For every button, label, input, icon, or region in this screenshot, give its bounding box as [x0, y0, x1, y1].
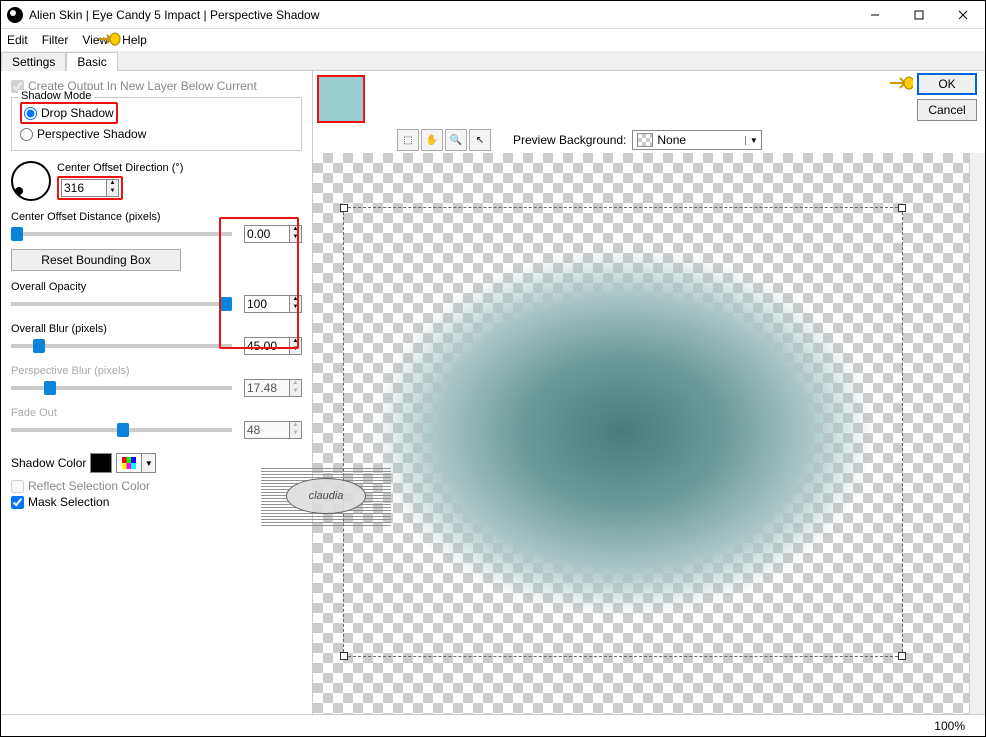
preset-thumbnail[interactable]: [317, 75, 365, 123]
navigator-tool[interactable]: ⬚: [397, 129, 419, 151]
preview-background-select[interactable]: None ▼: [632, 130, 762, 150]
zoom-tool[interactable]: 🔍: [445, 129, 467, 151]
watermark: claudia: [261, 466, 391, 526]
preview-panel: ⬚ ✋ 🔍 ↖ Preview Background: None ▼ OK Ca…: [313, 71, 985, 714]
preview-image: [343, 207, 903, 657]
mask-selection-checkbox[interactable]: [11, 496, 24, 509]
overall-opacity-slider[interactable]: [11, 302, 232, 306]
highlight-annotation: [219, 217, 299, 349]
drop-shadow-label: Drop Shadow: [41, 106, 114, 120]
drop-shadow-radio[interactable]: [24, 107, 37, 120]
shadow-color-label: Shadow Color: [11, 456, 86, 470]
preview-canvas[interactable]: [313, 153, 969, 714]
pointer-hand-icon: [97, 29, 121, 49]
menu-filter[interactable]: Filter: [42, 33, 69, 47]
perspective-blur-input: [245, 380, 289, 396]
watermark-text: claudia: [286, 478, 366, 514]
pointer-hand-ok-icon: [889, 73, 913, 93]
window-title: Alien Skin | Eye Candy 5 Impact | Perspe…: [29, 8, 853, 22]
menubar: Edit Filter View Help: [1, 29, 985, 51]
fade-out-spinner: ▲▼: [244, 421, 302, 439]
shadow-mode-fieldset: Shadow Mode Drop Shadow Perspective Shad…: [11, 97, 302, 151]
vertical-scrollbar[interactable]: [969, 153, 985, 714]
drop-shadow-radio-row[interactable]: Drop Shadow: [24, 105, 114, 121]
ok-button[interactable]: OK: [917, 73, 977, 95]
perspective-shadow-radio[interactable]: [20, 128, 33, 141]
fade-out-input: [245, 422, 289, 438]
offset-direction-label: Center Offset Direction (°): [57, 162, 183, 174]
status-bar: 100%: [1, 714, 985, 736]
fade-out-slider: [11, 428, 232, 432]
mask-selection-label: Mask Selection: [28, 495, 109, 509]
maximize-button[interactable]: [897, 1, 941, 28]
perspective-shadow-label: Perspective Shadow: [37, 127, 146, 141]
minimize-button[interactable]: [853, 1, 897, 28]
chevron-down-icon: ▼: [745, 136, 761, 145]
offset-direction-dial[interactable]: [11, 161, 51, 201]
perspective-shadow-radio-row[interactable]: Perspective Shadow: [20, 126, 293, 142]
zoom-level: 100%: [934, 719, 965, 733]
tab-basic[interactable]: Basic: [66, 52, 117, 71]
close-button[interactable]: [941, 1, 985, 28]
reflect-selection-checkbox: [11, 480, 24, 493]
offset-distance-slider[interactable]: [11, 232, 232, 236]
menu-help[interactable]: Help: [122, 33, 147, 47]
tab-settings[interactable]: Settings: [1, 52, 66, 71]
preview-background-label: Preview Background:: [513, 133, 626, 147]
fade-out-label: Fade Out: [11, 407, 302, 419]
hand-tool[interactable]: ✋: [421, 129, 443, 151]
preview-background-value: None: [657, 133, 745, 147]
tab-strip: Settings Basic: [1, 51, 985, 71]
settings-panel: Create Output In New Layer Below Current…: [1, 71, 313, 714]
cancel-button[interactable]: Cancel: [917, 99, 977, 121]
reset-bounding-box-button[interactable]: Reset Bounding Box: [11, 249, 181, 271]
color-dropdown-arrow[interactable]: ▼: [142, 453, 156, 473]
overall-blur-slider[interactable]: [11, 344, 232, 348]
app-icon: [7, 7, 23, 23]
transparency-swatch-icon: [637, 133, 653, 147]
shadow-color-swatch[interactable]: [90, 453, 112, 473]
reflect-selection-label: Reflect Selection Color: [28, 479, 150, 493]
shadow-mode-legend: Shadow Mode: [18, 90, 94, 102]
preset-thumbnail-strip: [313, 71, 985, 127]
pointer-tool[interactable]: ↖: [469, 129, 491, 151]
perspective-blur-slider: [11, 386, 232, 390]
perspective-blur-label: Perspective Blur (pixels): [11, 365, 302, 377]
titlebar: Alien Skin | Eye Candy 5 Impact | Perspe…: [1, 1, 985, 29]
offset-direction-input[interactable]: [62, 180, 106, 196]
menu-edit[interactable]: Edit: [7, 33, 28, 47]
color-picker-button[interactable]: [116, 453, 142, 473]
perspective-blur-spinner: ▲▼: [244, 379, 302, 397]
offset-direction-spinner[interactable]: ▲▼: [61, 179, 119, 197]
